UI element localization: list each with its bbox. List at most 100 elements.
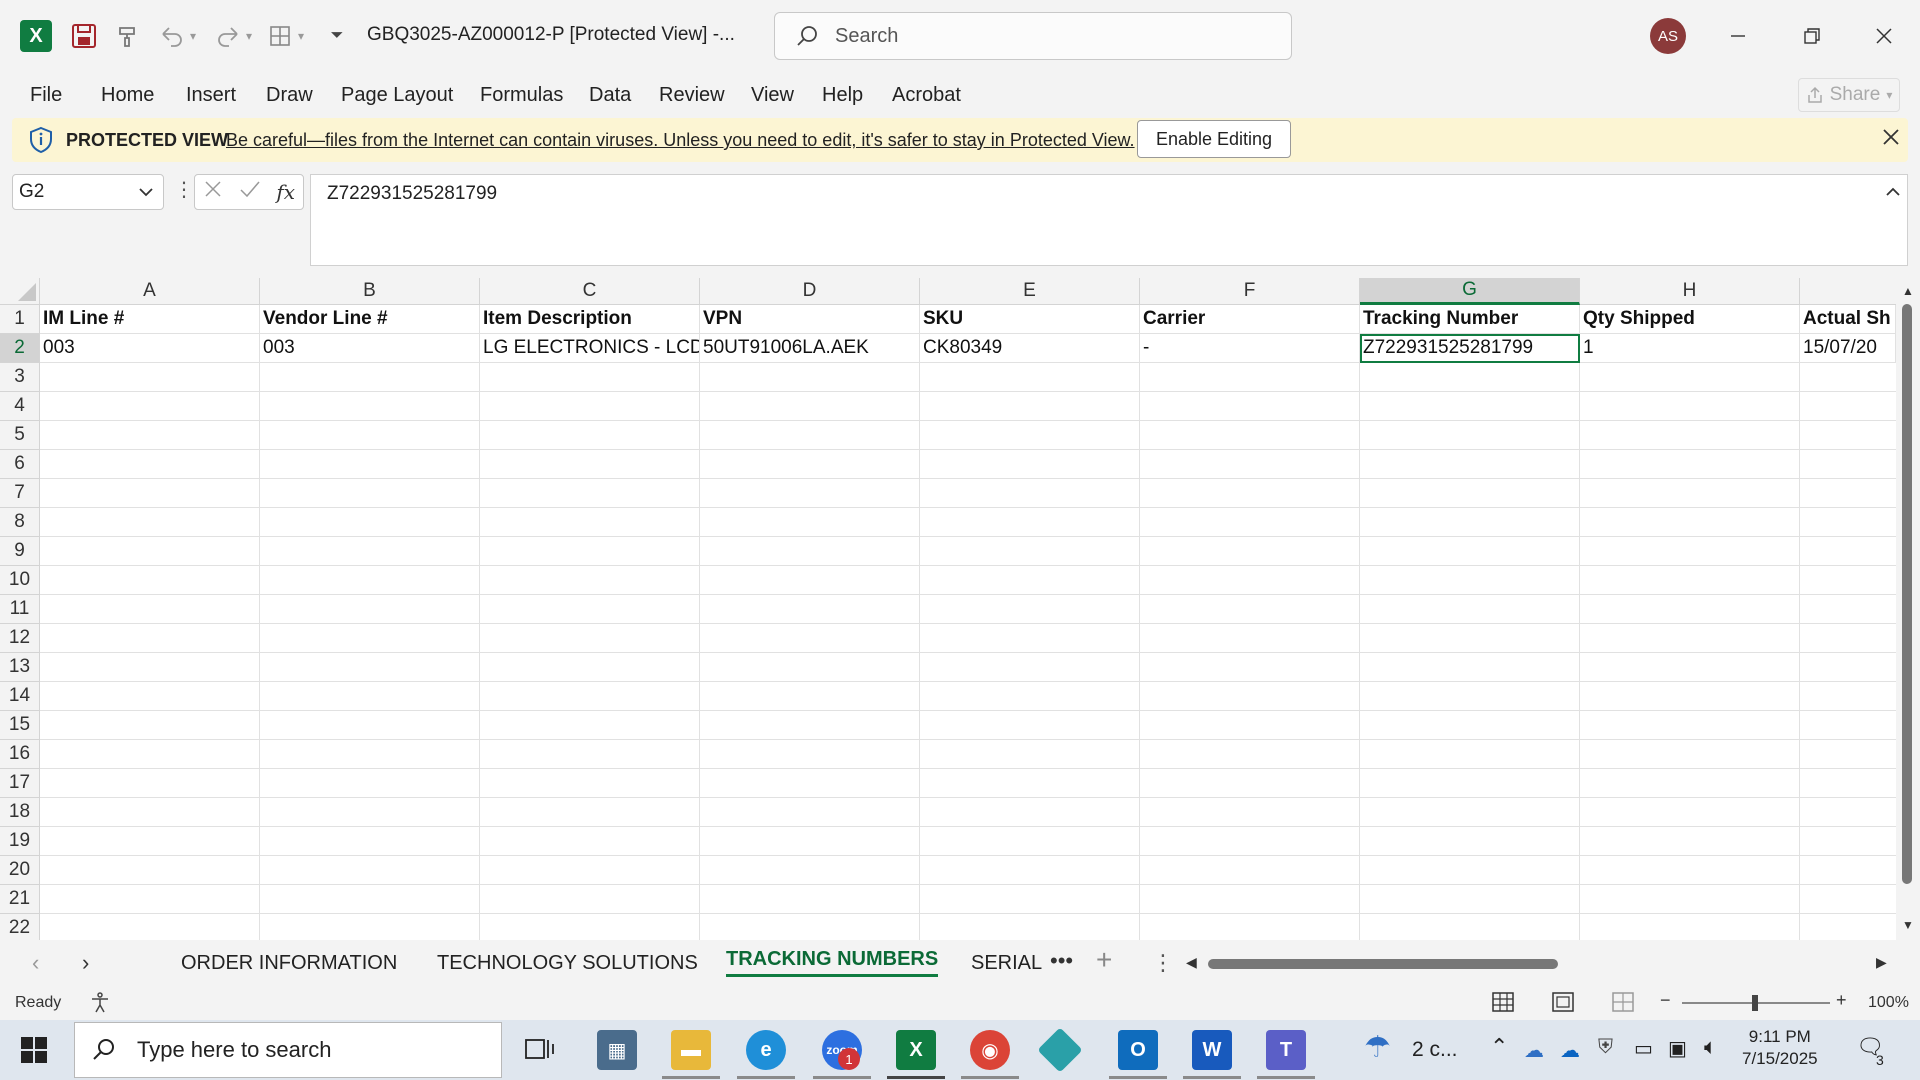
cell-b2[interactable]: 003 <box>260 334 480 363</box>
cell-e2[interactable]: CK80349 <box>920 334 1140 363</box>
menu-review[interactable]: Review <box>659 84 725 107</box>
cell-e1[interactable]: SKU <box>920 305 1140 334</box>
cell-f2[interactable]: - <box>1140 334 1360 363</box>
cell-h2[interactable]: 1 <box>1580 334 1800 363</box>
row-header[interactable]: 15 <box>0 711 40 740</box>
security-icon[interactable]: ⛨ <box>1598 1036 1613 1059</box>
menu-page-layout[interactable]: Page Layout <box>341 84 453 107</box>
cell-d1[interactable]: VPN <box>700 305 920 334</box>
select-all-corner[interactable] <box>0 278 40 305</box>
cell-a1[interactable]: IM Line # <box>40 305 260 334</box>
row-header[interactable]: 2 <box>0 334 40 363</box>
menu-file[interactable]: File <box>30 84 62 107</box>
redo-icon[interactable] <box>212 20 244 52</box>
zoom-level[interactable]: 100% <box>1868 994 1909 1012</box>
windows-start-icon[interactable] <box>20 1036 48 1070</box>
calculator-icon[interactable]: ▦ <box>597 1030 637 1070</box>
undo-icon[interactable] <box>156 20 188 52</box>
teams-icon[interactable]: T <box>1266 1030 1306 1070</box>
zoom-slider[interactable] <box>1682 995 1830 1011</box>
row-header[interactable]: 5 <box>0 421 40 450</box>
row-header[interactable]: 17 <box>0 769 40 798</box>
network-icon[interactable]: ▣ <box>1668 1036 1687 1061</box>
row-header[interactable]: 16 <box>0 740 40 769</box>
horizontal-scrollbar[interactable]: ◀ ▶ <box>1186 954 1887 972</box>
vertical-scrollbar[interactable]: ▲ ▼ <box>1896 278 1920 940</box>
volume-icon[interactable]: 🔈︎ <box>1704 1034 1717 1060</box>
page-break-view-icon[interactable] <box>1612 992 1634 1017</box>
sheet-tab-technology-solutions[interactable]: TECHNOLOGY SOLUTIONS <box>437 952 698 975</box>
menu-formulas[interactable]: Formulas <box>480 84 563 107</box>
share-button[interactable]: Share ▾ <box>1798 78 1900 112</box>
sheet-tab-order-information[interactable]: ORDER INFORMATION <box>181 952 397 975</box>
restore-button[interactable] <box>1792 16 1832 56</box>
onedrive-icon[interactable]: ☁ <box>1524 1038 1544 1063</box>
normal-view-icon[interactable] <box>1492 992 1514 1017</box>
row-header[interactable]: 1 <box>0 305 40 334</box>
row-header[interactable]: 11 <box>0 595 40 624</box>
column-header-g[interactable]: G <box>1360 278 1580 305</box>
search-box[interactable]: Search <box>774 12 1292 60</box>
file-explorer-icon[interactable]: ▬ <box>671 1030 711 1070</box>
battery-icon[interactable]: ▭ <box>1634 1036 1653 1061</box>
diamond-app-icon[interactable] <box>1037 1027 1083 1073</box>
row-header[interactable]: 7 <box>0 479 40 508</box>
menu-acrobat[interactable]: Acrobat <box>892 84 961 107</box>
row-header[interactable]: 22 <box>0 914 40 940</box>
enable-editing-button[interactable]: Enable Editing <box>1137 120 1291 158</box>
cell-i1[interactable]: Actual Sh <box>1800 305 1896 334</box>
undo-dropdown-icon[interactable]: ▾ <box>186 20 200 52</box>
row-header[interactable]: 21 <box>0 885 40 914</box>
row-header[interactable]: 12 <box>0 624 40 653</box>
row-header[interactable]: 9 <box>0 537 40 566</box>
sheet-tab-tracking-numbers[interactable]: TRACKING NUMBERS <box>726 948 939 977</box>
column-header-d[interactable]: D <box>700 278 920 305</box>
cell-d2[interactable]: 50UT91006LA.AEK <box>700 334 920 363</box>
word-icon[interactable]: W <box>1192 1030 1232 1070</box>
formula-input[interactable]: Z722931525281799 <box>310 174 1908 266</box>
chevron-up-icon[interactable]: ⌃ <box>1490 1034 1508 1060</box>
column-header-e[interactable]: E <box>920 278 1140 305</box>
protected-view-message[interactable]: Be careful—files from the Internet can c… <box>226 130 1135 151</box>
scroll-right-icon[interactable]: ▶ <box>1876 954 1887 971</box>
cell-a2[interactable]: 003 <box>40 334 260 363</box>
taskbar-search-box[interactable]: Type here to search <box>74 1022 502 1078</box>
menu-data[interactable]: Data <box>589 84 631 107</box>
row-header[interactable]: 3 <box>0 363 40 392</box>
column-header-a[interactable]: A <box>40 278 260 305</box>
column-header-i[interactable]: I <box>1800 278 1900 305</box>
chrome-browser-icon[interactable]: ◉ <box>970 1030 1010 1070</box>
close-window-button[interactable] <box>1864 16 1904 56</box>
sheet-options-icon[interactable]: ⋮ <box>1152 950 1174 976</box>
row-header[interactable]: 6 <box>0 450 40 479</box>
cell-c1[interactable]: Item Description <box>480 305 700 334</box>
empty-cells[interactable] <box>40 363 1896 940</box>
menu-home[interactable]: Home <box>101 84 154 107</box>
more-options-icon[interactable]: ⋮ <box>174 180 194 200</box>
row-header[interactable]: 14 <box>0 682 40 711</box>
row-header[interactable]: 4 <box>0 392 40 421</box>
collapse-formula-bar-icon[interactable] <box>1884 182 1902 205</box>
cancel-icon[interactable] <box>203 179 223 205</box>
zoom-slider-thumb[interactable] <box>1752 995 1758 1011</box>
row-header[interactable]: 18 <box>0 798 40 827</box>
sheet-tab-serial[interactable]: SERIAL <box>971 952 1042 975</box>
scroll-left-icon[interactable]: ◀ <box>1186 954 1197 971</box>
onedrive-business-icon[interactable]: ☁ <box>1560 1038 1580 1063</box>
enter-check-icon[interactable] <box>239 179 261 205</box>
customize-quick-access-icon[interactable]: ⏷ <box>322 20 352 52</box>
name-box[interactable]: G2 <box>12 174 164 210</box>
edge-browser-icon[interactable]: e <box>746 1030 786 1070</box>
insert-function-icon[interactable]: fx <box>276 180 295 204</box>
scroll-up-icon[interactable]: ▲ <box>1902 284 1914 298</box>
row-header[interactable]: 8 <box>0 508 40 537</box>
more-sheets-icon[interactable]: ••• <box>1050 948 1073 974</box>
row-header[interactable]: 10 <box>0 566 40 595</box>
zoom-out-icon[interactable]: − <box>1660 990 1671 1011</box>
menu-draw[interactable]: Draw <box>266 84 313 107</box>
outlook-icon[interactable]: O <box>1118 1030 1158 1070</box>
accessibility-icon[interactable] <box>88 990 112 1019</box>
row-header[interactable]: 19 <box>0 827 40 856</box>
system-clock[interactable]: 9:11 PM 7/15/2025 <box>1742 1026 1818 1070</box>
format-painter-icon[interactable] <box>112 20 144 52</box>
